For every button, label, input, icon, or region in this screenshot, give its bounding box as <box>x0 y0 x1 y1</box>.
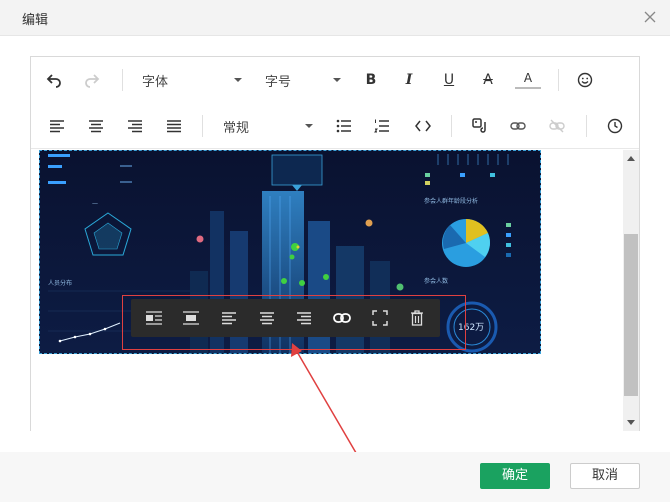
emoji-icon[interactable] <box>572 68 598 92</box>
paragraph-style-label: 常规 <box>223 120 250 136</box>
toolbar-row-2: 常规 <box>31 103 639 149</box>
bullet-list-icon[interactable] <box>331 114 357 138</box>
dialog-title: 编辑 <box>22 13 49 28</box>
float-none-icon[interactable] <box>178 305 204 331</box>
delete-icon[interactable] <box>404 305 430 331</box>
float-left-icon[interactable] <box>141 305 167 331</box>
numbered-list-icon[interactable] <box>369 114 395 138</box>
ok-button[interactable]: 确定 <box>480 463 550 489</box>
align-left-icon[interactable] <box>44 114 70 138</box>
font-size-select[interactable]: 字号 <box>265 68 341 92</box>
chevron-down-icon <box>305 124 313 128</box>
dialog-header: 编辑 <box>0 0 670 36</box>
toolbar-row-1: 字体 字号 B I U A A <box>31 57 639 103</box>
italic-button[interactable]: I <box>396 68 422 92</box>
align-center-icon[interactable] <box>254 305 280 331</box>
chevron-down-icon <box>333 78 341 82</box>
fullscreen-icon[interactable] <box>367 305 393 331</box>
chevron-down-icon <box>234 78 242 82</box>
strikethrough-button[interactable]: A <box>475 68 501 92</box>
redo-icon[interactable] <box>79 68 105 92</box>
paragraph-style-select[interactable]: 常规 <box>223 114 313 138</box>
media-icon[interactable] <box>467 114 493 138</box>
underline-button[interactable]: U <box>436 68 462 92</box>
align-right-icon[interactable] <box>122 114 148 138</box>
code-icon[interactable] <box>410 114 436 138</box>
align-center-icon[interactable] <box>83 114 109 138</box>
unlink-icon[interactable] <box>544 114 570 138</box>
undo-icon[interactable] <box>41 68 67 92</box>
align-left-icon[interactable] <box>216 305 242 331</box>
scrollbar-thumb[interactable] <box>624 234 638 396</box>
scrollbar[interactable] <box>623 150 639 431</box>
font-size-label: 字号 <box>265 74 292 90</box>
bold-button[interactable]: B <box>358 68 384 92</box>
editor-content[interactable]: — 人员分布 参会人群年龄段分析 参会人数 162万 <box>31 150 625 431</box>
font-color-button[interactable]: A <box>515 69 541 89</box>
clock-icon[interactable] <box>602 114 628 138</box>
align-right-icon[interactable] <box>291 305 317 331</box>
font-family-label: 字体 <box>142 74 169 90</box>
font-family-select[interactable]: 字体 <box>142 68 242 92</box>
close-icon[interactable] <box>642 9 658 25</box>
group-analysis-label: 参会人群年龄段分析 <box>424 197 478 205</box>
align-justify-icon[interactable] <box>161 114 187 138</box>
attendees-label: 参会人数 <box>424 277 448 285</box>
cancel-button[interactable]: 取消 <box>570 463 640 489</box>
image-toolbar <box>131 299 440 337</box>
svg-text:—: — <box>92 200 98 207</box>
scroll-up-icon[interactable] <box>627 156 635 161</box>
link-icon[interactable] <box>329 305 355 331</box>
rich-text-editor: 字体 字号 B I U A A 常规 — 人员分布 参会人群年龄段分析 参会人数… <box>30 56 640 431</box>
link-icon[interactable] <box>505 114 531 138</box>
people-dist-label: 人员分布 <box>48 279 72 287</box>
scroll-down-icon[interactable] <box>627 420 635 425</box>
